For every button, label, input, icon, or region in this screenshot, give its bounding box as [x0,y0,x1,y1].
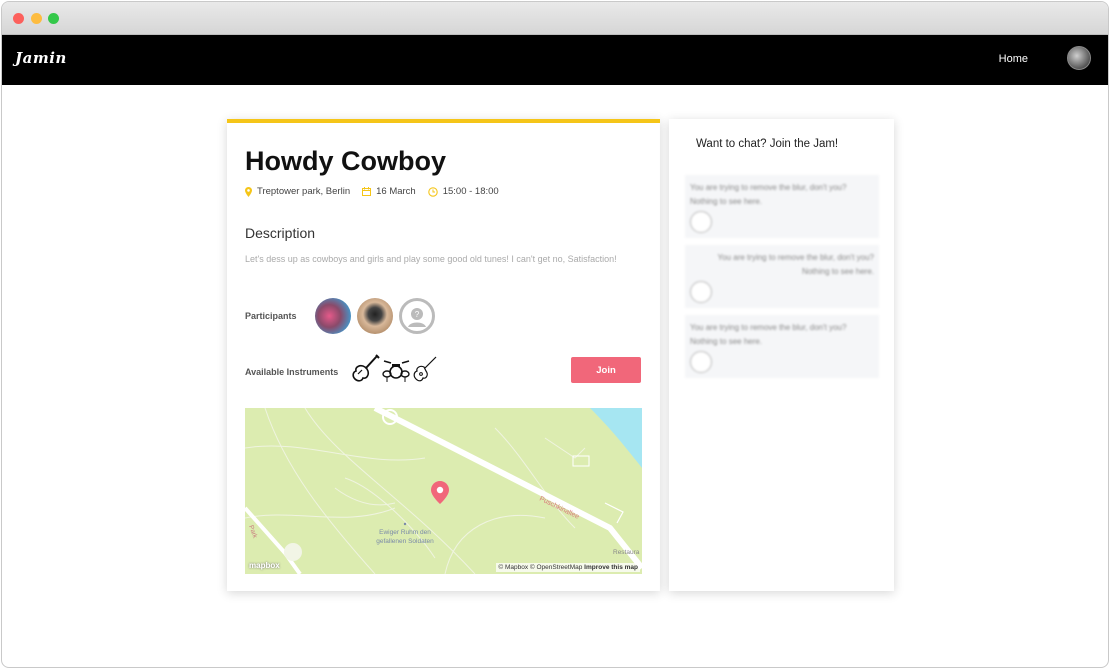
event-time: 15:00 - 18:00 [442,186,499,197]
user-avatar[interactable] [1067,46,1091,70]
chat-avatar [690,351,712,373]
chat-message-text: Nothing to see here. [690,197,763,206]
electric-guitar-icon [350,354,380,389]
chat-title: Want to chat? Join the Jam! [696,138,839,150]
nav-home-link[interactable]: Home [999,53,1028,65]
map-attribution-text[interactable]: © Mapbox © OpenStreetMap [498,564,582,571]
event-date: 16 March [376,186,416,197]
map-poi-label: Ewiger Ruhm den [379,529,431,536]
participant-placeholder-avatar[interactable]: ? [398,298,435,334]
participant-avatar[interactable] [356,298,393,334]
clock-icon [427,186,438,197]
event-card: Howdy Cowboy Treptower park, Berlin 16 M… [227,119,660,591]
description-heading: Description [245,225,316,241]
participants-label: Participants [245,311,297,321]
map-canvas[interactable]: Puschkinallee Ewiger Ruhm den gefallenen… [245,408,642,574]
maximize-window-button[interactable] [48,13,59,24]
chat-message-text: Nothing to see here. [801,267,874,276]
calendar-icon [362,187,372,196]
minimize-window-button[interactable] [31,13,42,24]
browser-window: Jamin Home Howdy Cowboy Treptower park, … [1,1,1109,668]
mapbox-logo[interactable]: mapbox [249,561,280,570]
instruments-label: Available Instruments [245,366,339,377]
close-window-button[interactable] [13,13,24,24]
chat-message: You are trying to remove the blur, don't… [685,315,879,378]
improve-map-link[interactable]: Improve this map [584,564,638,571]
chat-avatar [690,211,712,233]
user-placeholder-icon: ? [407,308,426,327]
chat-message-text: You are trying to remove the blur, don't… [690,183,847,192]
chat-message-text: Nothing to see here. [690,337,763,346]
participant-avatar[interactable] [314,298,351,334]
acoustic-guitar-icon [412,355,438,388]
chat-message: You are trying to remove the blur, don't… [685,175,879,238]
event-title: Howdy Cowboy [245,146,446,176]
chat-message-text: You are trying to remove the blur, don't… [717,253,874,262]
app-logo[interactable]: Jamin [15,49,67,67]
window-titlebar [2,2,1108,35]
chat-message-text: You are trying to remove the blur, don't… [690,323,847,332]
location-pin-icon [245,186,252,197]
instruments-row: Available Instruments [245,354,440,389]
drum-kit-icon [382,356,410,387]
event-meta: Treptower park, Berlin 16 March 15:00 - … [245,186,511,197]
navbar: Jamin Home [2,35,1108,85]
join-button[interactable]: Join [571,357,641,383]
map-attribution: © Mapbox © OpenStreetMap Improve this ma… [496,563,640,572]
event-description: Let's dess up as cowboys and girls and p… [245,254,617,264]
svg-text:?: ? [414,310,419,319]
event-map[interactable]: Puschkinallee Ewiger Ruhm den gefallenen… [245,408,642,574]
event-location: Treptower park, Berlin [257,186,351,197]
participants-row: Participants ? [245,298,435,334]
chat-avatar [690,281,712,303]
map-restaurant-label: Restaura [613,549,640,556]
chat-message: You are trying to remove the blur, don't… [685,245,879,308]
map-poi-label: gefallenen Soldaten [376,538,434,545]
chat-panel: Want to chat? Join the Jam! You are tryi… [669,119,894,591]
